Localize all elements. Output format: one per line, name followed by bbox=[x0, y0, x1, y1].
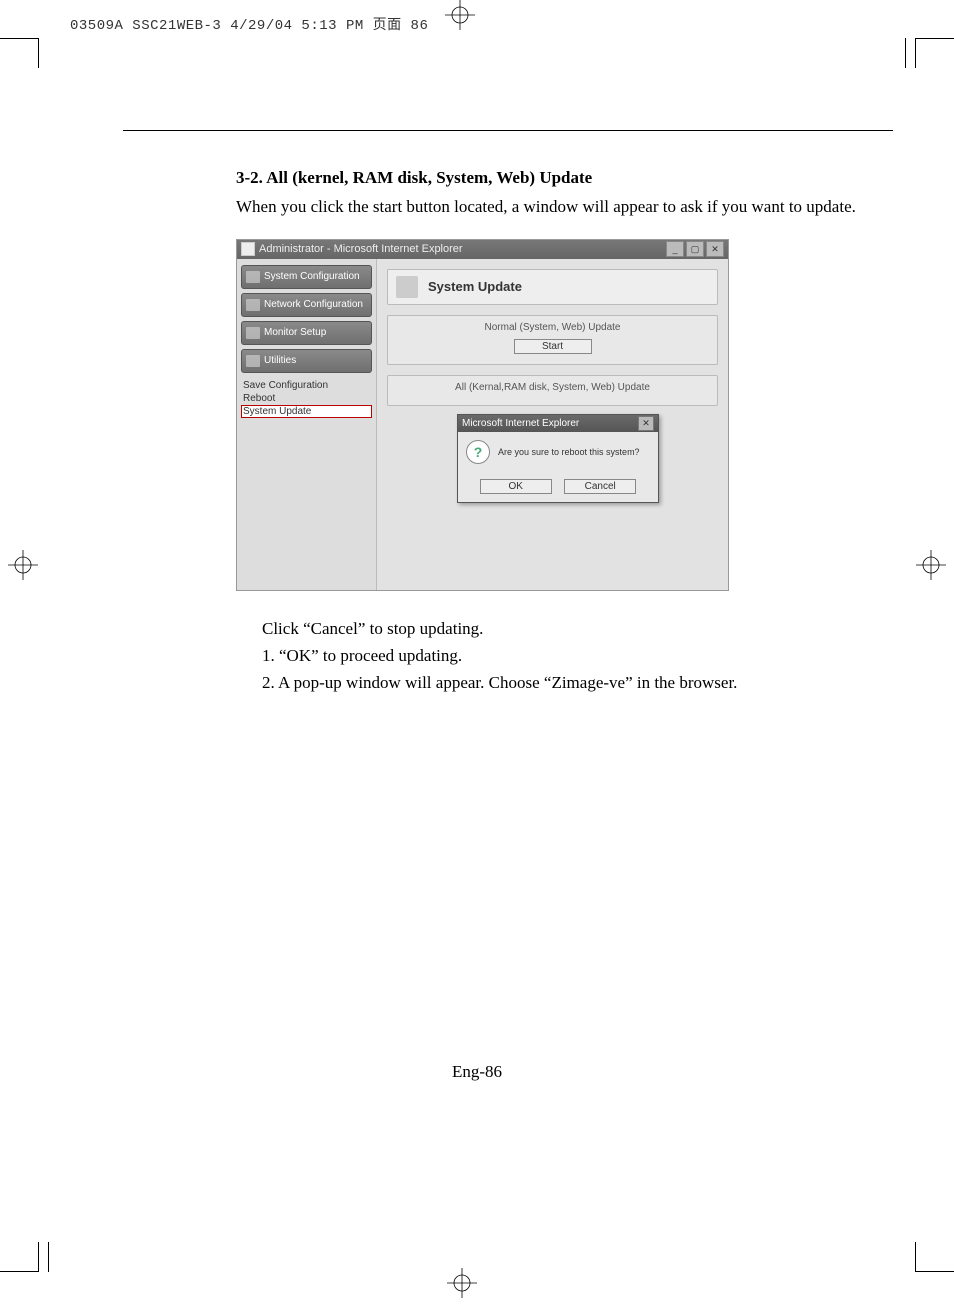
crop-mark bbox=[916, 1271, 954, 1272]
dialog-message: Are you sure to reboot this system? bbox=[498, 447, 640, 457]
instruction-line: Click “Cancel” to stop updating. bbox=[262, 615, 896, 642]
registration-mark-icon bbox=[916, 550, 946, 580]
crop-mark bbox=[915, 1242, 916, 1272]
crop-mark bbox=[38, 38, 39, 68]
sublist-save-configuration[interactable]: Save Configuration bbox=[241, 379, 372, 392]
main-panel: System Update Normal (System, Web) Updat… bbox=[377, 259, 728, 590]
utilities-sublist: Save Configuration Reboot System Update bbox=[241, 379, 372, 418]
monitor-icon bbox=[246, 271, 260, 283]
instruction-line: 1. “OK” to proceed updating. bbox=[262, 642, 896, 669]
window-title: Administrator - Microsoft Internet Explo… bbox=[259, 243, 463, 255]
crop-mark bbox=[905, 38, 906, 68]
ok-button[interactable]: OK bbox=[480, 479, 552, 494]
nav-label: Network Configuration bbox=[264, 299, 363, 310]
section-label: Normal (System, Web) Update bbox=[388, 322, 717, 333]
dialog-body: ? Are you sure to reboot this system? bbox=[458, 432, 658, 472]
page: 03509A SSC21WEB-3 4/29/04 5:13 PM 页面 86 … bbox=[0, 0, 954, 1310]
nav-label: Utilities bbox=[264, 355, 296, 366]
start-button[interactable]: Start bbox=[514, 339, 592, 354]
sublist-system-update[interactable]: System Update bbox=[241, 405, 372, 418]
network-icon bbox=[246, 299, 260, 311]
crop-mark bbox=[916, 38, 954, 39]
update-icon bbox=[396, 276, 418, 298]
crop-mark bbox=[48, 1242, 49, 1272]
instructions-after: Click “Cancel” to stop updating. 1. “OK”… bbox=[236, 615, 896, 697]
nav-network-configuration[interactable]: Network Configuration bbox=[241, 293, 372, 317]
nav-label: Monitor Setup bbox=[264, 327, 326, 338]
section-heading: 3-2. All (kernel, RAM disk, System, Web)… bbox=[236, 168, 896, 188]
panel-title-text: System Update bbox=[428, 279, 522, 294]
registration-mark-icon bbox=[447, 1268, 477, 1298]
question-icon: ? bbox=[466, 440, 490, 464]
nav-system-configuration[interactable]: System Configuration bbox=[241, 265, 372, 289]
registration-mark-icon bbox=[445, 0, 475, 30]
panel-title-bar: System Update bbox=[387, 269, 718, 305]
minimize-button[interactable]: _ bbox=[666, 241, 684, 257]
dialog-title: Microsoft Internet Explorer bbox=[462, 418, 579, 429]
nav-label: System Configuration bbox=[264, 271, 360, 282]
maximize-button[interactable]: ▢ bbox=[686, 241, 704, 257]
content-area: 3-2. All (kernel, RAM disk, System, Web)… bbox=[236, 168, 896, 697]
instruction-line: 2. A pop-up window will appear. Choose “… bbox=[262, 669, 896, 696]
cancel-button[interactable]: Cancel bbox=[564, 479, 636, 494]
display-icon bbox=[246, 327, 260, 339]
nav-monitor-setup[interactable]: Monitor Setup bbox=[241, 321, 372, 345]
sublist-reboot[interactable]: Reboot bbox=[241, 392, 372, 405]
dialog-titlebar: Microsoft Internet Explorer ✕ bbox=[458, 415, 658, 432]
sidebar: System Configuration Network Configurati… bbox=[237, 259, 377, 590]
close-button[interactable]: ✕ bbox=[706, 241, 724, 257]
nav-utilities[interactable]: Utilities bbox=[241, 349, 372, 373]
crop-mark bbox=[0, 38, 38, 39]
print-header: 03509A SSC21WEB-3 4/29/04 5:13 PM 页面 86 bbox=[70, 14, 428, 34]
normal-update-section: Normal (System, Web) Update Start bbox=[387, 315, 718, 365]
horizontal-rule bbox=[123, 130, 893, 131]
ie-document-icon bbox=[241, 242, 255, 256]
page-number: Eng-86 bbox=[0, 1062, 954, 1082]
intro-paragraph: When you click the start button located,… bbox=[236, 196, 896, 219]
crop-mark bbox=[38, 1242, 39, 1272]
dialog-buttons: OK Cancel bbox=[458, 472, 658, 502]
confirm-dialog: Microsoft Internet Explorer ✕ ? Are you … bbox=[457, 414, 659, 503]
window-titlebar: Administrator - Microsoft Internet Explo… bbox=[237, 240, 728, 259]
dialog-close-button[interactable]: ✕ bbox=[638, 416, 654, 431]
crop-mark bbox=[0, 1271, 38, 1272]
registration-mark-icon bbox=[8, 550, 38, 580]
crop-mark bbox=[915, 38, 916, 68]
tools-icon bbox=[246, 355, 260, 367]
embedded-screenshot: Administrator - Microsoft Internet Explo… bbox=[236, 239, 729, 591]
section-label: All (Kernal,RAM disk, System, Web) Updat… bbox=[388, 382, 717, 393]
all-update-section: All (Kernal,RAM disk, System, Web) Updat… bbox=[387, 375, 718, 406]
